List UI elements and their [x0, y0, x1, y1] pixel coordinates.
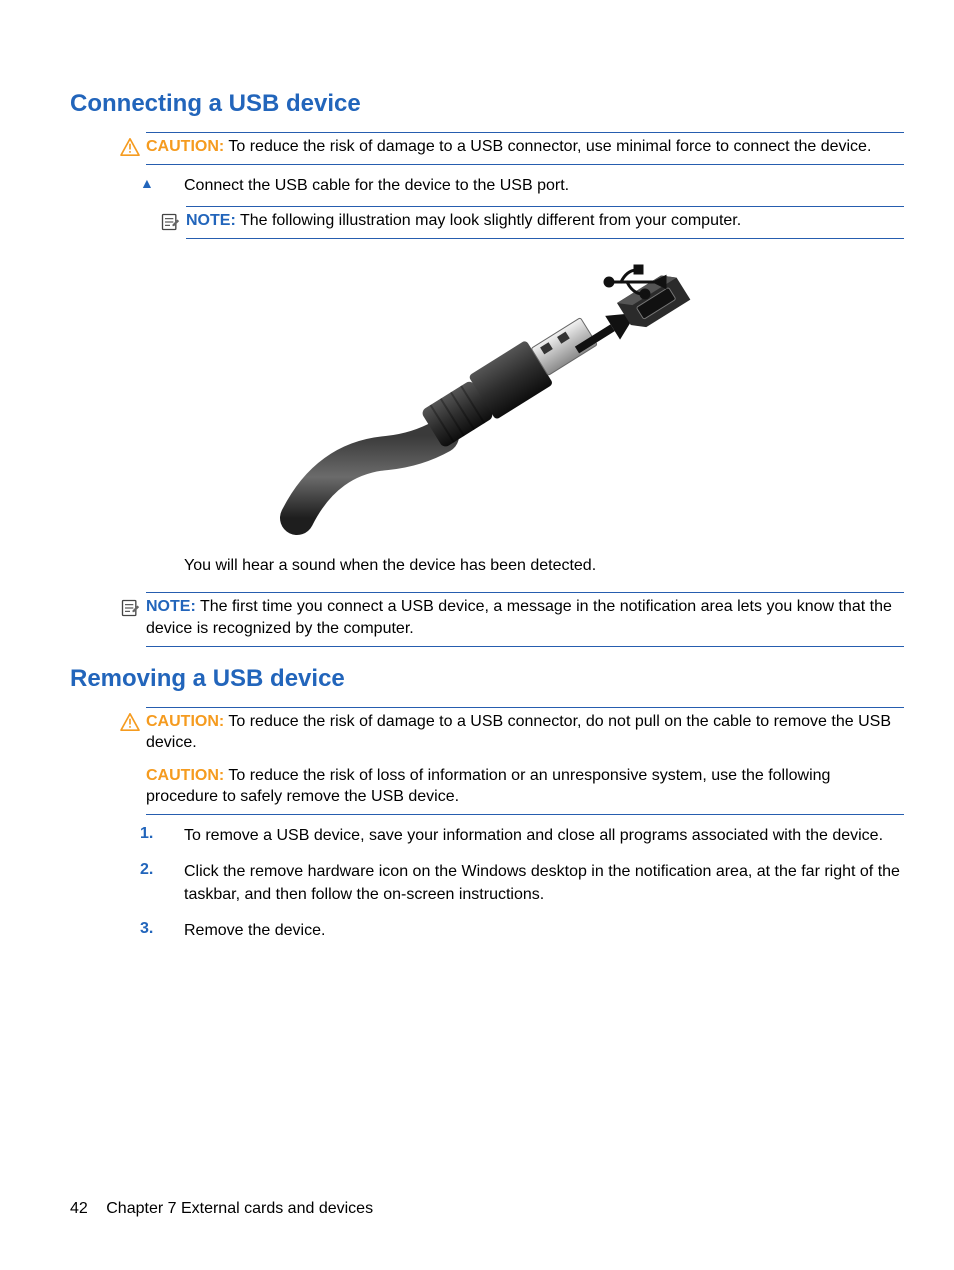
caution-text: To reduce the risk of damage to a USB co…	[146, 713, 891, 752]
page-footer: 42 Chapter 7 External cards and devices	[70, 1200, 373, 1218]
step-number: 2.	[140, 861, 184, 879]
caution-text: To reduce the risk of damage to a USB co…	[228, 138, 871, 155]
heading-connecting: Connecting a USB device	[70, 90, 904, 118]
note-text: The first time you connect a USB device,…	[146, 598, 892, 637]
caution-icon	[120, 713, 142, 736]
note-text: The following illustration may look slig…	[240, 212, 741, 229]
step-2: 2. Click the remove hardware icon on the…	[140, 861, 904, 906]
note-illustration: NOTE: The following illustration may loo…	[160, 206, 904, 239]
step-text: To remove a USB device, save your inform…	[184, 825, 904, 847]
page-number: 42	[70, 1200, 88, 1217]
caution-text: To reduce the risk of loss of informatio…	[146, 767, 830, 806]
step-connect: ▲ Connect the USB cable for the device t…	[140, 175, 904, 197]
note-firsttime: NOTE: The first time you connect a USB d…	[120, 592, 904, 646]
caution-label: CAUTION:	[146, 767, 224, 784]
step-3: 3. Remove the device.	[140, 920, 904, 942]
step-text: Click the remove hardware icon on the Wi…	[184, 861, 904, 906]
step-1: 1. To remove a USB device, save your inf…	[140, 825, 904, 847]
caution-remove-1: CAUTION: To reduce the risk of damage to…	[120, 707, 904, 750]
step-text: Connect the USB cable for the device to …	[184, 175, 904, 197]
remove-steps: 1. To remove a USB device, save your inf…	[140, 825, 904, 943]
caution-icon	[120, 138, 142, 161]
note-icon	[120, 598, 142, 623]
note-label: NOTE:	[146, 598, 196, 615]
after-image-text: You will hear a sound when the device ha…	[184, 555, 904, 577]
note-label: NOTE:	[186, 212, 236, 229]
step-number: 3.	[140, 920, 184, 938]
caution-label: CAUTION:	[146, 138, 224, 155]
triangle-bullet-icon: ▲	[140, 175, 184, 191]
usb-illustration	[70, 253, 904, 543]
step-text: Remove the device.	[184, 920, 904, 942]
step-number: 1.	[140, 825, 184, 843]
chapter-title: Chapter 7 External cards and devices	[106, 1200, 373, 1217]
heading-removing: Removing a USB device	[70, 665, 904, 693]
document-page: Connecting a USB device CAUTION: To redu…	[0, 0, 954, 1270]
caution-label: CAUTION:	[146, 713, 224, 730]
note-icon	[160, 212, 182, 237]
caution-connect: CAUTION: To reduce the risk of damage to…	[120, 132, 904, 165]
caution-remove-2: CAUTION: To reduce the risk of loss of i…	[120, 762, 904, 815]
